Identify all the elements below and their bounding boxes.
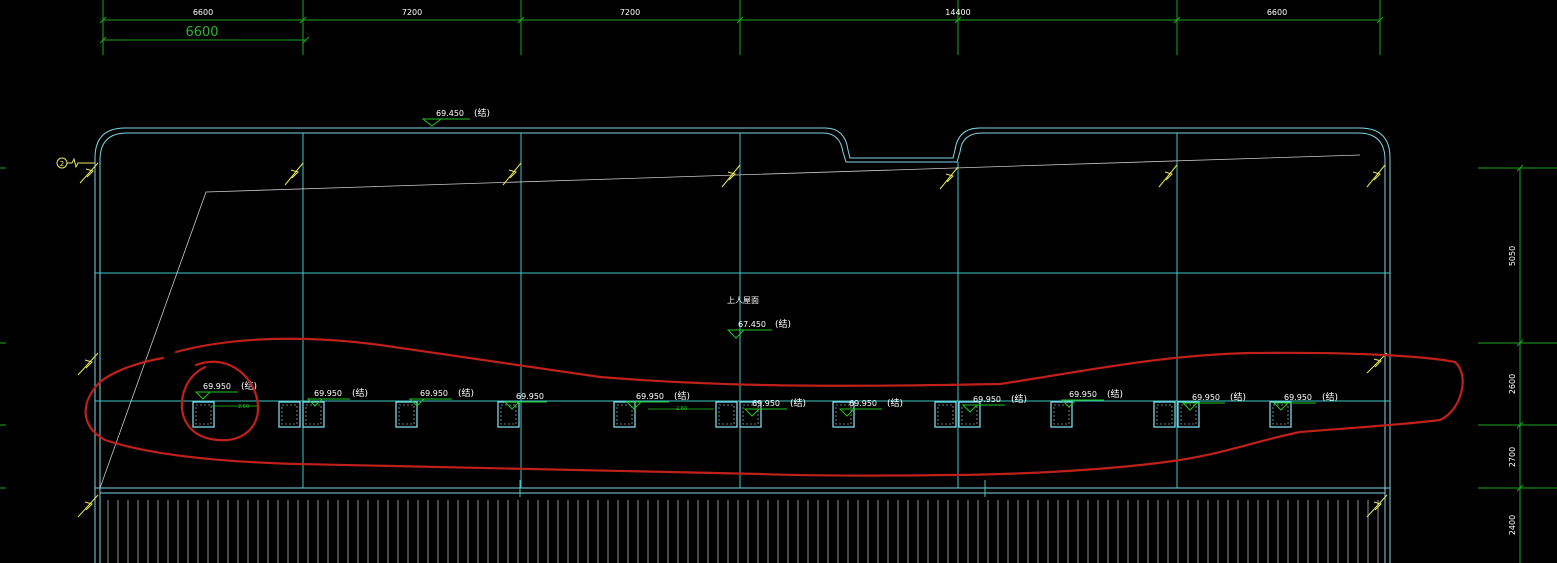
roof-level-mark: 67.450 (结) [726, 318, 791, 339]
opening-level-tag: (结) [458, 387, 474, 399]
parapet-level-value: 69.450 [436, 109, 464, 118]
opening-level-value: 69.950 [420, 389, 448, 398]
drainage-lines [99, 154, 1361, 489]
slope-arrow [1366, 494, 1388, 518]
opening-level-tag: (结) [1011, 393, 1027, 405]
curtain-wall-hatching [107, 500, 1379, 563]
right-dim-1: 5050 [1508, 246, 1517, 266]
axis-bubble-label: 2 [60, 160, 64, 168]
top-dim-4: 14400 [945, 8, 970, 17]
opening-level-tag: (结) [887, 397, 903, 409]
building-outline [94, 127, 1391, 563]
parapet-level-tag: (结) [474, 107, 490, 119]
cad-drawing-canvas[interactable]: 6600 7200 7200 14400 6600 6600 5050 2600… [0, 0, 1557, 563]
top-dim-1: 6600 [193, 8, 213, 17]
opening-11: 69.950 (结) [1269, 391, 1338, 428]
structural-grid [95, 133, 1390, 497]
openings-row: 69.950 (结) 69.950 (结) 69.950 (结) 69.950 69.950 (… [192, 380, 1338, 428]
opening-level-tag: (结) [790, 397, 806, 409]
opening-level-value: 69.950 [1069, 390, 1097, 399]
opening-4: 69.950 [497, 392, 547, 428]
opening-level-value: 69.950 [973, 395, 1001, 404]
opening-level-value: 69.950 [1284, 393, 1312, 402]
opening-9: 69.950 (结) [1050, 388, 1123, 428]
slope-arrow [284, 162, 304, 186]
top-dimension-chain [99, 0, 1384, 55]
opening-8: 69.950 (结) [934, 393, 1027, 428]
opening-2: 69.950 (结) [278, 387, 368, 428]
opening-level-tag: (结) [1322, 391, 1338, 403]
left-edge-ticks [0, 167, 6, 489]
top-dim-2: 7200 [402, 8, 422, 17]
right-dimension-chain [1478, 164, 1557, 563]
opening-level-value: 69.950 [314, 389, 342, 398]
roof-label: 上人屋面 [727, 296, 759, 305]
opening-level-value: 69.950 [1192, 393, 1220, 402]
top-dim-5: 6600 [1267, 8, 1287, 17]
opening-3: 69.950 (结) [395, 387, 474, 428]
roof-level-value: 67.450 [738, 320, 766, 329]
opening-level-tag: (结) [1230, 391, 1246, 403]
opening-6: 69.950 (结) [715, 397, 806, 428]
opening-level-value: 69.950 [516, 392, 544, 401]
parapet-level-mark: 69.450 (结) [421, 107, 490, 127]
opening-level-value: 69.950 [752, 399, 780, 408]
slope-arrow [1158, 164, 1178, 188]
right-dim-4: 2400 [1508, 515, 1517, 535]
opening-7: 69.950 (结) [832, 397, 903, 428]
slope-arrow [721, 164, 741, 188]
axis-bubble: 2 [56, 157, 95, 169]
opening-level-tag: (结) [674, 390, 690, 402]
sub-dimension: 6600 [185, 25, 218, 40]
top-dim-3: 7200 [620, 8, 640, 17]
slope-arrow [939, 166, 959, 190]
right-dim-2: 2600 [1508, 374, 1517, 394]
right-dim-3: 2700 [1508, 447, 1517, 467]
opening-10: 69.950 (结) [1153, 391, 1246, 428]
opening-level-tag: (结) [352, 387, 368, 399]
opening-level-tag: (结) [1107, 388, 1123, 400]
opening-level-value: 69.950 [203, 382, 231, 391]
small-note-1: 2.60 [238, 404, 249, 410]
opening-level-value: 69.950 [849, 399, 877, 408]
roof-level-tag: (结) [775, 318, 791, 330]
opening-level-value: 69.950 [636, 392, 664, 401]
slope-arrow [1366, 164, 1386, 188]
